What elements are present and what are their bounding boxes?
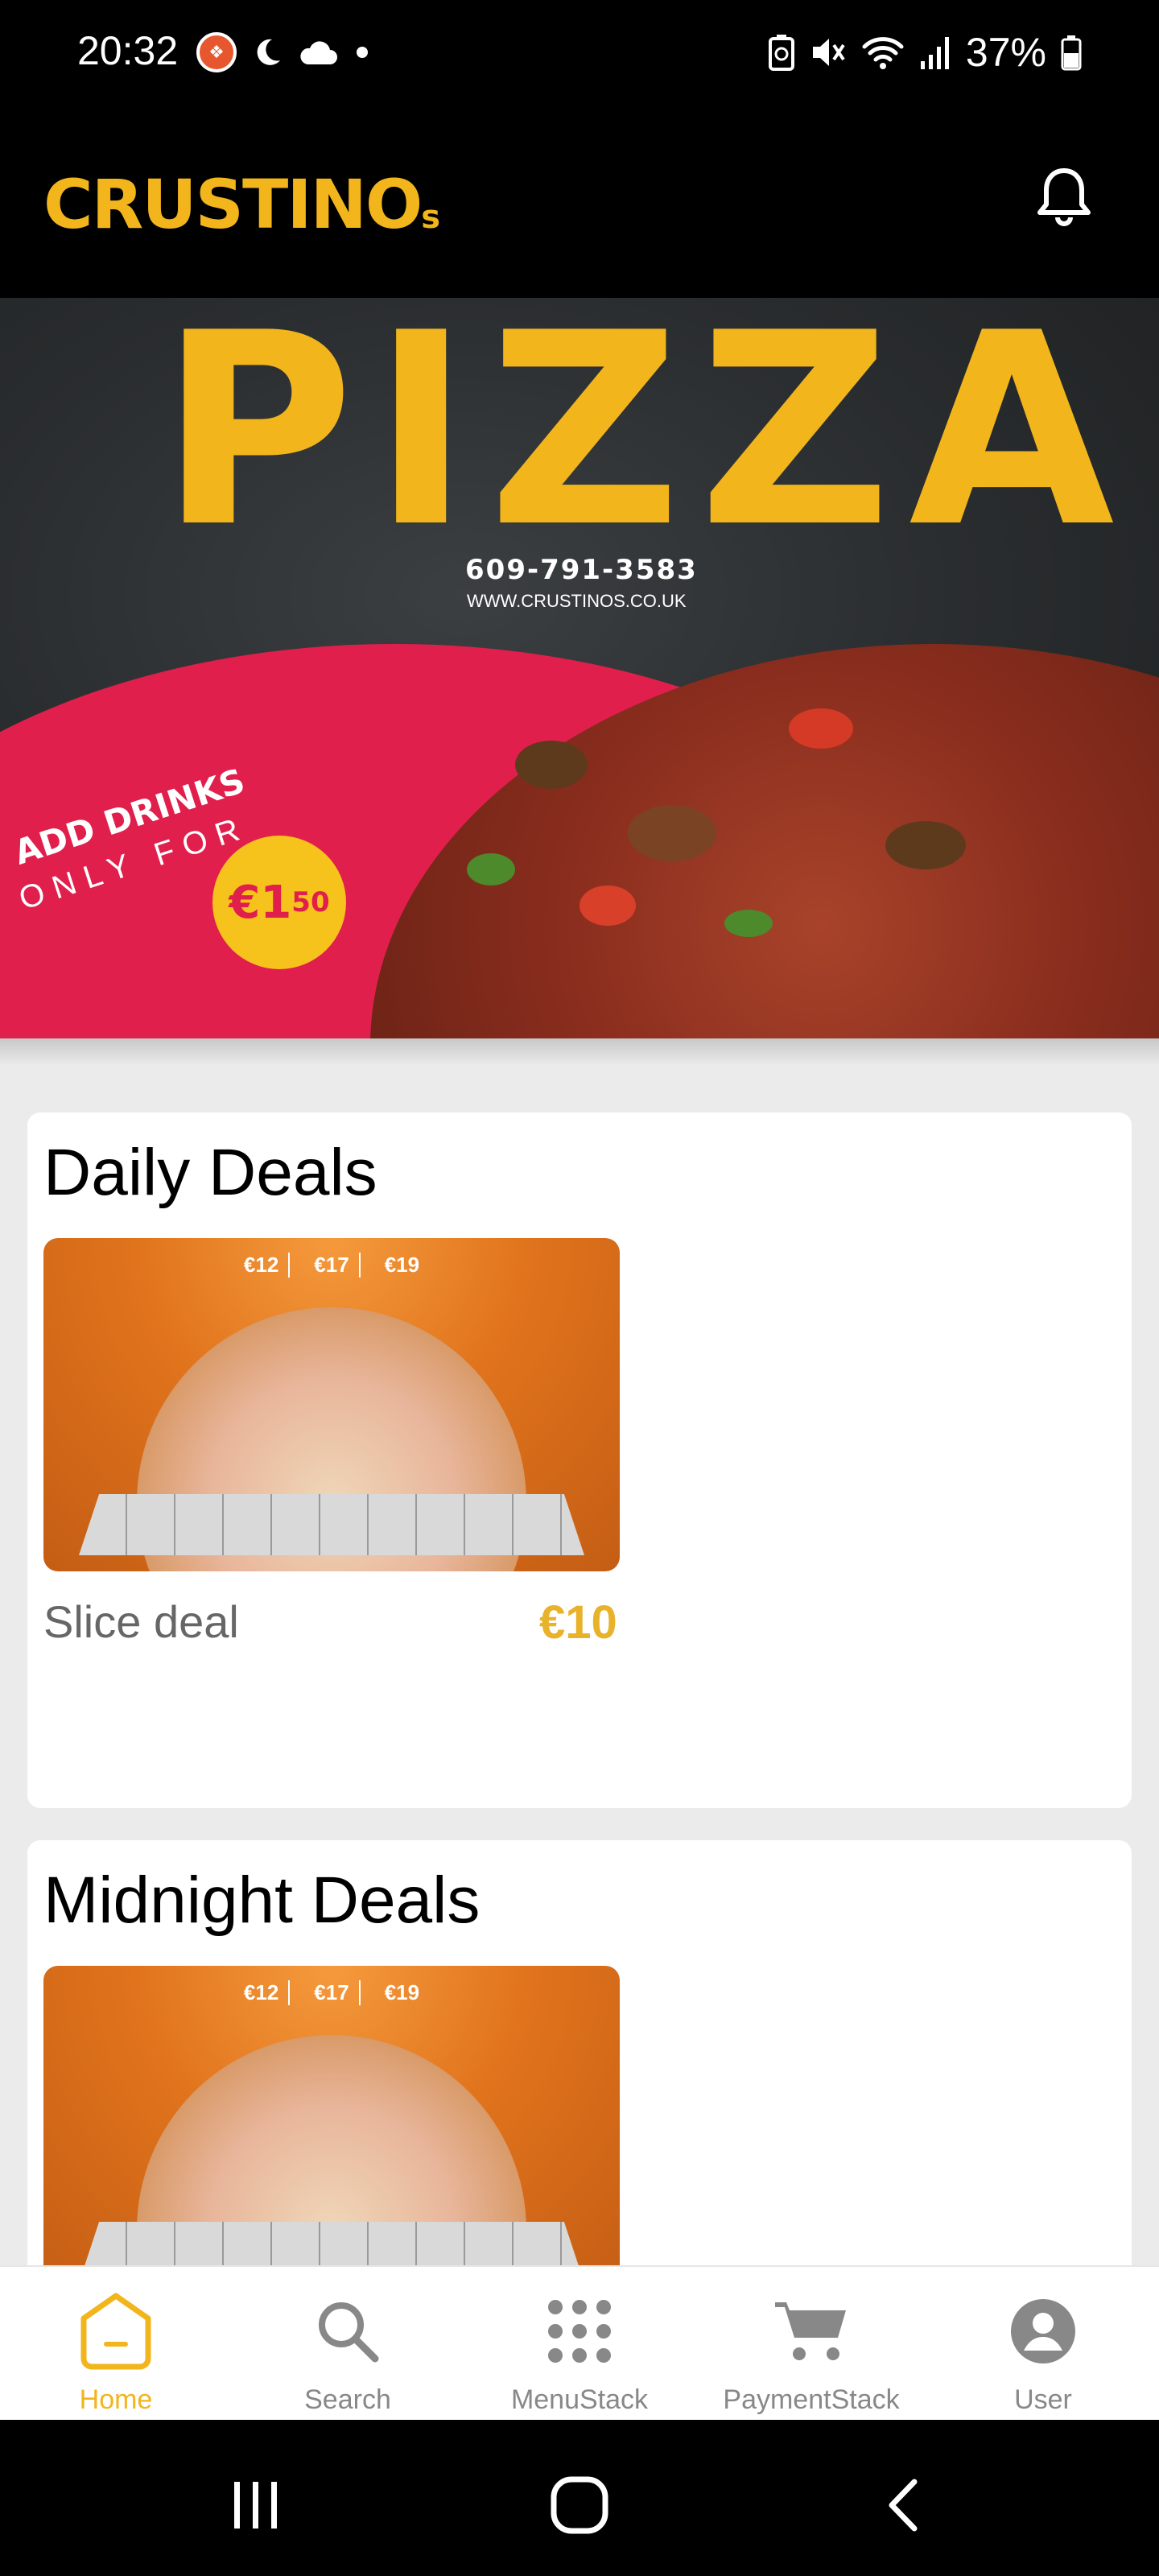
nav-label: Home: [79, 2384, 153, 2415]
search-icon: [306, 2289, 390, 2373]
banner-website: WWW.CRUSTINOS.CO.UK: [467, 591, 687, 611]
nav-paymentstack[interactable]: PaymentStack: [695, 2267, 927, 2421]
moon-icon: [257, 39, 280, 65]
home-system-icon: [551, 2476, 608, 2534]
banner-shadow: [0, 1038, 1159, 1066]
status-time: 20:32: [77, 28, 179, 73]
battery-level: 37%: [965, 30, 1046, 75]
image-price-medium: €17: [304, 1253, 361, 1278]
daily-deals-section: Daily Deals €12 €17 €19 Slice deal €10: [27, 1113, 1132, 1808]
nav-home[interactable]: Home: [0, 2267, 232, 2421]
banner-title: PIZZA: [159, 298, 1132, 585]
cloud-icon: [300, 41, 337, 64]
app-header: CRUSTINOs: [0, 105, 1159, 298]
section-title: Midnight Deals: [43, 1864, 481, 1937]
wifi-icon: [862, 37, 904, 69]
status-bar: 20:32 ❖ 37%: [0, 0, 1159, 105]
nav-label: MenuStack: [510, 2384, 649, 2415]
table-image: [79, 2222, 584, 2265]
status-icons-right: 37%: [768, 29, 1082, 76]
cart-icon: [769, 2289, 853, 2373]
mute-icon: [812, 39, 845, 66]
nav-user[interactable]: User: [927, 2267, 1159, 2421]
back-button[interactable]: [872, 2473, 937, 2537]
banner-promo-price: €1 50: [212, 836, 346, 969]
grid-icon: [538, 2289, 621, 2373]
nav-label: User: [1014, 2384, 1072, 2415]
battery-icon: [1061, 35, 1082, 71]
promo-price-main: €1: [229, 876, 292, 929]
bell-icon: [1037, 168, 1091, 226]
recent-apps-button[interactable]: [224, 2473, 288, 2537]
bottom-navigation: Home Search MenuStack PaymentStack User: [0, 2265, 1159, 2420]
image-price-medium: €17: [304, 1980, 361, 2005]
battery-saver-icon: [768, 35, 794, 71]
promo-price-cents: 50: [291, 886, 330, 919]
app-notification-icon: ❖: [196, 32, 237, 72]
brand-logo[interactable]: CRUSTINOs: [43, 171, 440, 238]
deal-price: €10: [539, 1596, 617, 1649]
image-price-small: €12: [234, 1253, 291, 1278]
nav-search[interactable]: Search: [232, 2267, 464, 2421]
promo-banner[interactable]: PIZZA 609-791-3583 WWW.CRUSTINOS.CO.UK A…: [0, 298, 1159, 1038]
logo-suffix: s: [421, 199, 440, 236]
system-navigation-bar: [0, 2420, 1159, 2576]
nav-menustack[interactable]: MenuStack: [464, 2267, 695, 2421]
banner-phone: 609-791-3583: [465, 554, 698, 586]
image-price-large: €19: [384, 1980, 420, 2004]
image-price-small: €12: [234, 1980, 291, 2005]
nav-label: PaymentStack: [723, 2384, 900, 2415]
notifications-button[interactable]: [1025, 158, 1103, 235]
deals-content[interactable]: Daily Deals €12 €17 €19 Slice deal €10 M…: [0, 1038, 1159, 2265]
deal-image[interactable]: €12 €17 €19: [43, 1966, 620, 2265]
midnight-deals-section: Midnight Deals €12 €17 €19: [27, 1840, 1132, 2265]
signal-icon: [920, 37, 949, 69]
image-price-large: €19: [384, 1253, 420, 1277]
deal-image[interactable]: €12 €17 €19: [43, 1238, 620, 1571]
image-price-list: €12 €17 €19: [43, 1253, 620, 1278]
image-price-list: €12 €17 €19: [43, 1980, 620, 2005]
status-icons-left: ❖: [196, 32, 372, 72]
recent-apps-icon: [234, 2482, 277, 2529]
deal-name[interactable]: Slice deal: [43, 1596, 239, 1648]
back-icon: [889, 2479, 918, 2532]
section-title: Daily Deals: [43, 1136, 377, 1209]
table-image: [79, 1494, 584, 1555]
logo-text: CRUSTINO: [43, 165, 423, 244]
user-icon: [1001, 2289, 1085, 2373]
home-icon: [74, 2289, 158, 2373]
home-system-button[interactable]: [547, 2473, 612, 2537]
nav-label: Search: [304, 2384, 391, 2415]
dot-icon: [357, 47, 368, 58]
